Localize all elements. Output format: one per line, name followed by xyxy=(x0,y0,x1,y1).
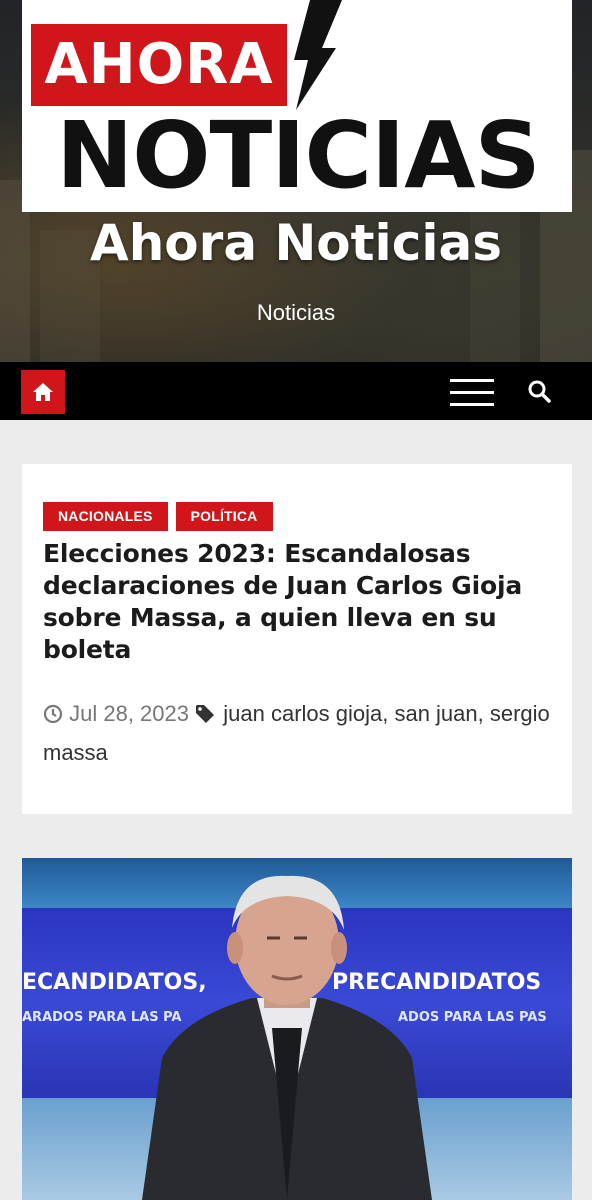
person-figure xyxy=(142,875,432,1200)
search-icon xyxy=(528,380,551,403)
search-button[interactable] xyxy=(526,378,554,406)
article-card: NACIONALES POLÍTICA Elecciones 2023: Esc… xyxy=(22,464,572,814)
main-navbar xyxy=(0,362,592,420)
site-logo[interactable]: AHORA NOTICIAS xyxy=(22,0,572,212)
logo-ahora-text: AHORA xyxy=(31,24,287,106)
site-description: Noticias xyxy=(256,300,336,325)
home-button[interactable] xyxy=(21,370,65,414)
home-icon xyxy=(33,383,53,401)
article-title[interactable]: Elecciones 2023: Escandalosas declaracio… xyxy=(43,538,553,666)
menu-button[interactable] xyxy=(450,379,494,407)
tag-icon xyxy=(196,705,215,723)
article-meta: Jul 28, 2023 juan carlos gioja, san juan… xyxy=(43,694,553,772)
site-title[interactable]: Ahora Noticias xyxy=(0,214,592,272)
category-list: NACIONALES POLÍTICA xyxy=(43,502,273,531)
lightning-bolt-icon xyxy=(294,0,342,110)
logo-noticias-text: NOTICIAS xyxy=(56,102,540,209)
clock-icon xyxy=(43,704,63,724)
site-header: AHORA NOTICIAS Ahora Noticias Noticias xyxy=(0,0,592,362)
article-date[interactable]: Jul 28, 2023 xyxy=(69,701,189,726)
category-badge-nacionales[interactable]: NACIONALES xyxy=(43,502,168,531)
featured-image[interactable]: ECANDIDATOS, PRECANDIDATOS ARADOS PARA L… xyxy=(22,858,572,1200)
category-badge-politica[interactable]: POLÍTICA xyxy=(175,502,273,531)
hamburger-menu-icon xyxy=(450,379,494,382)
